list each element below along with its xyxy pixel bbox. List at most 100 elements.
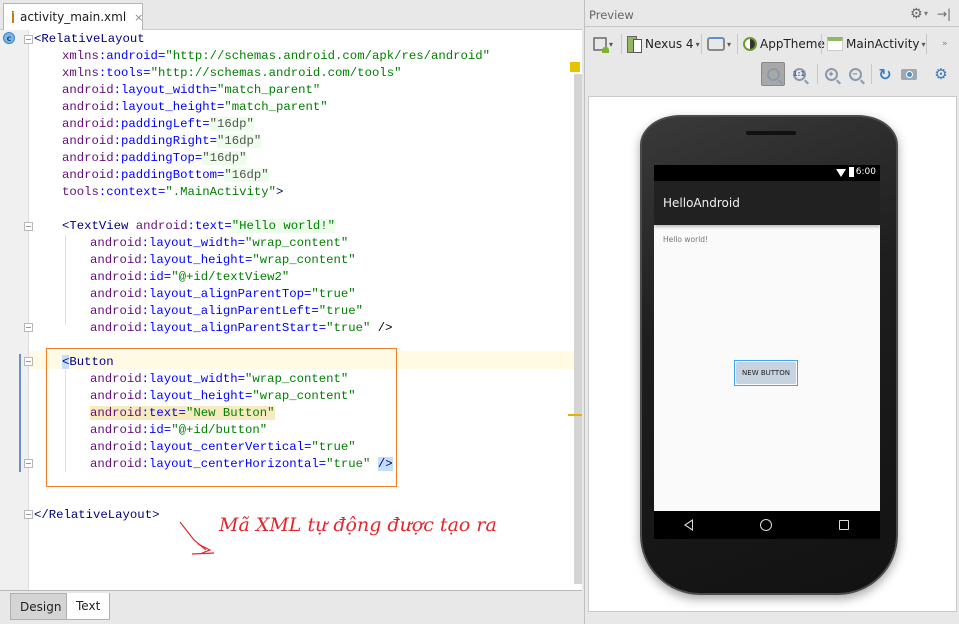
code-token: :paddingBottom=: [113, 168, 225, 182]
code-token: "true": [326, 321, 371, 335]
code-token: android: [62, 134, 114, 148]
preview-toolbar: ▾ Nexus 4 ▾ ▾ AppTheme MainActivity ▾ »: [585, 30, 959, 56]
code-token: <TextView: [62, 219, 136, 233]
toolbar-divider: [701, 34, 702, 54]
fold-icon[interactable]: [24, 357, 33, 366]
toolbar-divider: [821, 34, 822, 54]
code-editor[interactable]: c <RelativeLayout xmlns:android="http://s…: [0, 30, 582, 590]
status-time: 6:00: [855, 167, 876, 177]
fold-end-icon[interactable]: [24, 323, 33, 332]
chevron-down-icon[interactable]: ▾: [924, 9, 928, 18]
code-token: :paddingLeft=: [113, 117, 210, 131]
code-token: :id=: [141, 270, 172, 284]
fold-icon[interactable]: [24, 222, 33, 231]
hello-world-textview[interactable]: Hello world!: [663, 235, 708, 244]
code-line[interactable]: android:paddingRight="16dp": [62, 133, 262, 150]
screenshot-button[interactable]: [899, 64, 919, 84]
preview-canvas[interactable]: 6:00 HelloAndroid Hello world! NEW BUTTO…: [588, 96, 957, 612]
device-screen: 6:00 HelloAndroid Hello world! NEW BUTTO…: [654, 165, 880, 539]
code-line[interactable]: xmlns:tools="http://schemas.android.com/…: [62, 65, 401, 82]
overflow-chevron-icon: »: [942, 39, 948, 49]
code-line[interactable]: <RelativeLayout: [34, 31, 145, 48]
code-line[interactable]: android:layout_height="match_parent": [62, 99, 328, 116]
app-title: HelloAndroid: [663, 196, 740, 210]
code-line[interactable]: android:paddingTop="16dp": [62, 150, 247, 167]
theme-label: AppTheme: [760, 37, 825, 51]
hide-panel-icon[interactable]: →|: [937, 7, 951, 21]
wifi-icon: [836, 169, 846, 177]
code-token: android: [90, 287, 142, 301]
new-button-widget[interactable]: NEW BUTTON: [734, 360, 798, 386]
code-token: "16dp": [224, 168, 269, 182]
theme-selector[interactable]: AppTheme: [743, 34, 825, 54]
code-token: ".MainActivity": [165, 185, 277, 199]
code-token: "http://schemas.android.com/apk/res/andr…: [165, 49, 491, 63]
annotation-text: Mã XML tự động được tạo ra: [219, 514, 497, 536]
device-label: Nexus 4: [645, 37, 694, 51]
code-line[interactable]: android:layout_height="wrap_content": [90, 252, 356, 269]
device-selector[interactable]: Nexus 4 ▾: [627, 34, 700, 54]
gear-icon[interactable]: ⚙: [910, 6, 923, 22]
class-context-icon[interactable]: c: [3, 32, 15, 44]
tab-text[interactable]: Text: [66, 593, 111, 620]
chevron-down-icon: ▾: [695, 39, 700, 49]
camera-icon: [901, 68, 917, 80]
preview-options-button[interactable]: ⚙: [931, 64, 951, 84]
tab-design[interactable]: Design: [10, 593, 72, 620]
code-line[interactable]: tools:context=".MainActivity">: [62, 184, 283, 201]
code-line[interactable]: <TextView android:text="Hello world!": [62, 218, 336, 235]
battery-icon: [849, 167, 854, 177]
refresh-button[interactable]: ↻: [875, 64, 895, 84]
fold-icon[interactable]: [24, 35, 33, 44]
more-toolbar-button[interactable]: »: [942, 34, 948, 54]
code-line[interactable]: android:paddingBottom="16dp": [62, 167, 269, 184]
generated-code-highlight-box: [46, 348, 397, 487]
code-line[interactable]: </RelativeLayout>: [34, 507, 159, 524]
code-token: android: [90, 304, 142, 318]
code-token: :layout_height=: [113, 100, 225, 114]
code-token: android: [62, 117, 114, 131]
vertical-scrollbar[interactable]: [574, 74, 582, 584]
code-token: android: [90, 270, 142, 284]
code-token: "true": [311, 287, 356, 301]
code-token: android: [90, 321, 142, 335]
configuration-button[interactable]: ▾: [593, 34, 613, 54]
zoom-to-fit-button[interactable]: [761, 62, 785, 86]
fold-end-icon[interactable]: [24, 510, 33, 519]
code-token: :context=: [98, 185, 166, 199]
code-token: android: [135, 219, 188, 233]
code-token: "wrap_content": [244, 236, 349, 250]
zoom-out-button[interactable]: −: [845, 64, 865, 84]
code-token: :layout_height=: [141, 253, 253, 267]
code-token: :layout_alignParentStart=: [141, 321, 327, 335]
back-icon: [684, 519, 693, 531]
file-tab-activity-main[interactable]: activity_main.xml ×: [3, 3, 143, 30]
device-icon: [627, 36, 642, 53]
code-line[interactable]: xmlns:android="http://schemas.android.co…: [62, 48, 490, 65]
status-bar: 6:00: [654, 165, 880, 181]
preview-pane: Preview ⚙ ▾ →| ▾ Nexus 4 ▾ ▾ AppTheme Ma…: [584, 0, 959, 624]
toolbar-divider: [737, 34, 738, 54]
close-icon[interactable]: ×: [134, 11, 143, 24]
actual-size-button[interactable]: 1:1: [789, 64, 809, 84]
warning-stripe-marker[interactable]: [568, 414, 582, 416]
code-line[interactable]: android:layout_alignParentTop="true": [90, 286, 356, 303]
activity-selector[interactable]: MainActivity ▾: [827, 34, 926, 54]
code-token: android: [90, 253, 142, 267]
code-token: android: [62, 83, 114, 97]
editor-gutter: c: [0, 30, 33, 590]
code-token: :android=: [98, 49, 166, 63]
recent-apps-icon: [839, 520, 849, 530]
code-line[interactable]: android:layout_alignParentLeft="true": [90, 303, 363, 320]
zoom-in-button[interactable]: +: [821, 64, 841, 84]
code-line[interactable]: android:layout_alignParentStart="true" /…: [90, 320, 393, 337]
code-line[interactable]: android:layout_width="match_parent": [62, 82, 320, 99]
inspection-status-icon[interactable]: [570, 62, 580, 72]
xml-editor-pane: activity_main.xml × c <RelativeLayout xml…: [0, 0, 582, 624]
code-line[interactable]: android:id="@+id/textView2": [90, 269, 289, 286]
code-token: tools: [62, 185, 99, 199]
orientation-button[interactable]: ▾: [707, 34, 731, 54]
code-line[interactable]: android:layout_width="wrap_content": [90, 235, 348, 252]
code-line[interactable]: android:paddingLeft="16dp": [62, 116, 254, 133]
fold-end-icon[interactable]: [24, 459, 33, 468]
